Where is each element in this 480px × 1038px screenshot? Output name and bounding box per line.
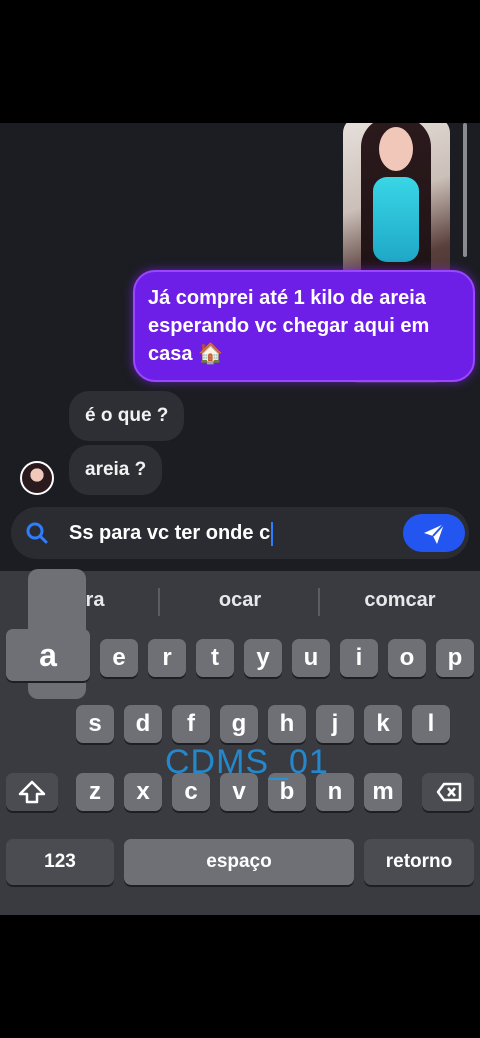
text-caret — [271, 521, 274, 546]
numbers-key[interactable]: 123 — [6, 839, 114, 885]
incoming-message[interactable]: é o que ? — [69, 391, 185, 441]
key-k[interactable]: k — [364, 705, 402, 743]
scrollbar[interactable] — [463, 123, 467, 257]
key-d[interactable]: d — [124, 705, 162, 743]
key-o[interactable]: o — [388, 639, 426, 677]
watermark: CDMS_01 — [165, 743, 329, 781]
key-s[interactable]: s — [76, 705, 114, 743]
suggestion-2[interactable]: ocar — [160, 571, 320, 629]
delete-key[interactable] — [422, 773, 474, 811]
key-f[interactable]: f — [172, 705, 210, 743]
key-u[interactable]: u — [292, 639, 330, 677]
key-j[interactable]: j — [316, 705, 354, 743]
avatar[interactable] — [20, 461, 54, 495]
key-p[interactable]: p — [436, 639, 474, 677]
incoming-message[interactable]: areia ? — [69, 445, 163, 495]
shift-key[interactable] — [6, 773, 58, 811]
chat-screen: Já comprei até 1 kilo de areia esperando… — [0, 123, 480, 915]
key-l[interactable]: l — [412, 705, 450, 743]
key-y[interactable]: y — [244, 639, 282, 677]
key-h[interactable]: h — [268, 705, 306, 743]
message-input[interactable]: Ss para vc ter onde c — [69, 507, 274, 559]
space-key[interactable]: espaço — [124, 839, 354, 885]
key-a[interactable]: a — [6, 629, 90, 681]
send-icon — [424, 523, 445, 544]
message-composer[interactable]: Ss para vc ter onde c — [11, 507, 469, 559]
suggestion-3[interactable]: comcar — [320, 571, 480, 629]
key-g[interactable]: g — [220, 705, 258, 743]
key-x[interactable]: x — [124, 773, 162, 811]
key-t[interactable]: t — [196, 639, 234, 677]
key-m[interactable]: m — [364, 773, 402, 811]
shift-icon — [18, 780, 46, 804]
key-r[interactable]: r — [148, 639, 186, 677]
return-key[interactable]: retorno — [364, 839, 474, 885]
outgoing-message[interactable]: Já comprei até 1 kilo de areia esperando… — [133, 270, 475, 382]
send-button[interactable] — [403, 514, 465, 552]
key-z[interactable]: z — [76, 773, 114, 811]
key-i[interactable]: i — [340, 639, 378, 677]
key-e[interactable]: e — [100, 639, 138, 677]
backspace-icon — [436, 782, 462, 802]
search-icon — [26, 522, 48, 544]
